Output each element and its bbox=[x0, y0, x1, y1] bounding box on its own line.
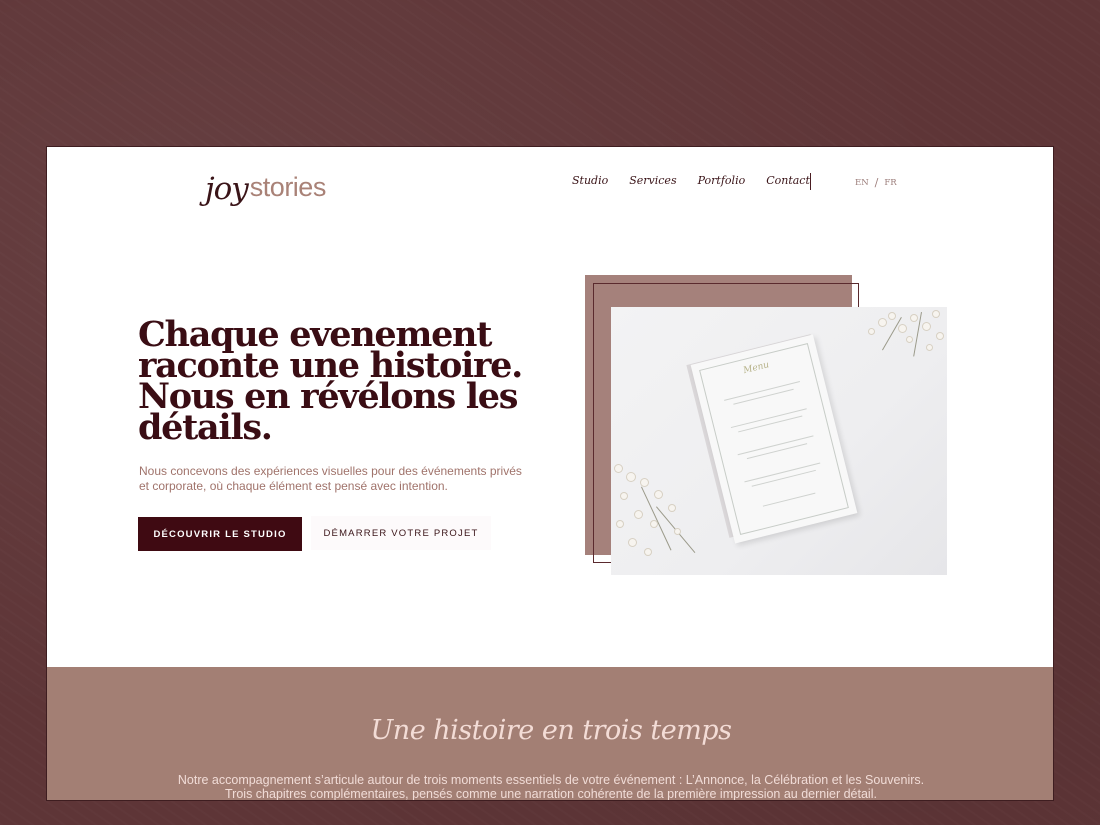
section-title: Une histoire en trois temps bbox=[370, 715, 732, 746]
hero-subtitle-line: Nous concevons des expériences visuelles… bbox=[139, 464, 522, 478]
menu-card: Menu bbox=[690, 334, 858, 544]
start-project-button[interactable]: DÉMARRER VOTRE PROJET bbox=[311, 516, 491, 550]
logo[interactable]: joy stories bbox=[205, 159, 327, 205]
menu-card-image: Menu bbox=[611, 307, 947, 575]
discover-studio-button[interactable]: DÉCOUVRIR LE STUDIO bbox=[138, 517, 302, 551]
nav-item-studio[interactable]: Studio bbox=[572, 174, 608, 187]
lang-separator: / bbox=[874, 176, 879, 189]
logo-script: joy bbox=[205, 171, 249, 207]
nav-item-contact[interactable]: Contact bbox=[766, 174, 810, 187]
lang-fr[interactable]: FR bbox=[884, 178, 896, 188]
nav-item-portfolio[interactable]: Portfolio bbox=[698, 174, 746, 187]
nav-divider bbox=[810, 173, 811, 190]
logo-sans: stories bbox=[249, 172, 327, 202]
hero-title: Chaque evenement raconte une histoire. N… bbox=[138, 317, 538, 445]
three-chapters-section: Une histoire en trois temps Notre accomp… bbox=[47, 667, 1053, 801]
nav-item-services[interactable]: Services bbox=[629, 174, 676, 187]
hero-subtitle: Nous concevons des expériences visuelles… bbox=[139, 464, 539, 494]
lang-en[interactable]: EN bbox=[855, 178, 869, 188]
section-text: Notre accompagnement s’articule autour d… bbox=[47, 773, 1053, 801]
hero-subtitle-line: et corporate, où chaque élément est pens… bbox=[139, 479, 448, 493]
website-frame: joy stories Studio Services Portfolio Co… bbox=[46, 146, 1054, 801]
main-nav: Studio Services Portfolio Contact bbox=[572, 174, 810, 187]
section-text-line: Trois chapitres complémentaires, pensés … bbox=[225, 787, 877, 801]
section-text-line: Notre accompagnement s’articule autour d… bbox=[177, 773, 925, 787]
language-switcher: EN / FR bbox=[855, 176, 897, 189]
